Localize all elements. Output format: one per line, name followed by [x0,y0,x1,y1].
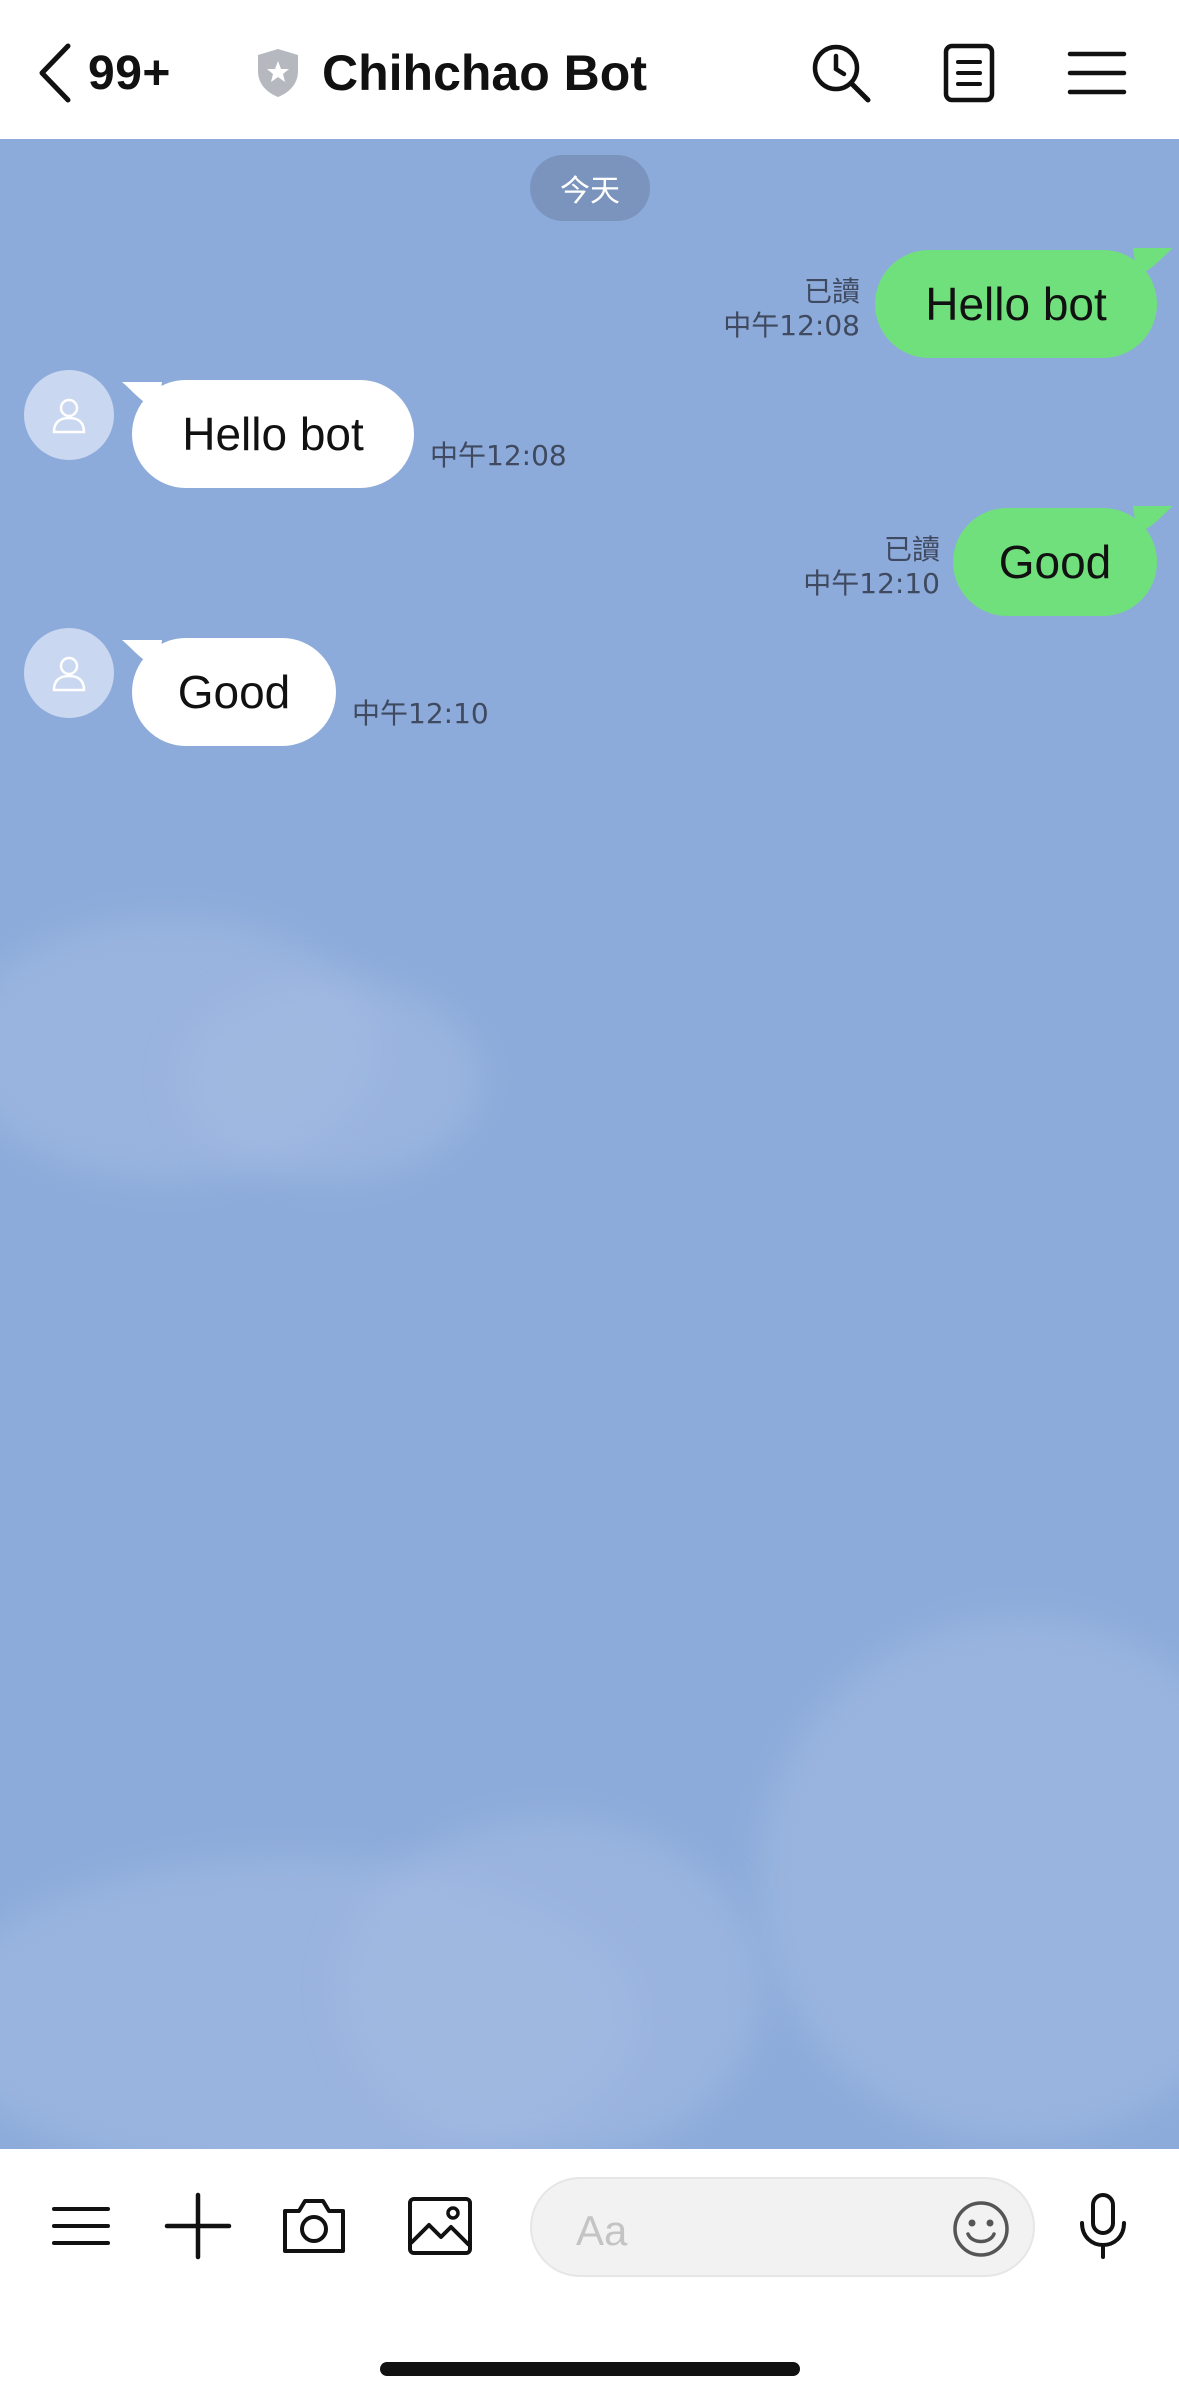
voice-button[interactable] [1068,2191,1138,2261]
chat-area[interactable]: 今天 已讀 中午12:08 Hello bot Hello bot 中午12:0… [0,139,1179,2149]
message-time: 中午12:08 [723,309,860,342]
message-time: 中午12:10 [803,567,940,600]
user-silhouette-icon [52,656,86,692]
menu-icon [52,2207,110,2245]
menu-button[interactable] [46,2191,116,2261]
camera-icon [283,2199,345,2253]
background-cloud [180,979,480,1179]
background-cloud [760,1619,1179,2139]
chat-title: Chihchao Bot [322,45,647,101]
message-meta: 已讀 中午12:10 [720,533,940,601]
bubble-tail [1133,506,1173,534]
menu-button[interactable] [1064,40,1130,106]
avatar[interactable] [24,628,114,718]
add-button[interactable] [163,2191,233,2261]
outgoing-message-bubble[interactable]: Hello bot [875,250,1157,358]
message-meta: 已讀 中午12:08 [640,275,860,343]
outgoing-message-bubble[interactable]: Good [953,508,1157,616]
shield-icon [258,49,298,97]
unread-count: 99+ [88,46,171,100]
incoming-message-bubble[interactable]: Hello bot [132,380,414,488]
message-input[interactable]: Aa [530,2177,1035,2277]
message-input-placeholder: Aa [576,2207,628,2254]
user-silhouette-icon [52,398,86,434]
incoming-message-bubble[interactable]: Good [132,638,336,746]
image-button[interactable] [405,2191,475,2261]
avatar[interactable] [24,370,114,460]
message-time: 中午12:08 [430,439,567,472]
bubble-tail [1133,248,1173,276]
read-receipt: 已讀 [883,533,940,566]
message-text: Hello bot [182,408,364,460]
home-indicator[interactable] [380,2362,800,2376]
chat-header: 99+ Chihchao Bot [0,0,1179,139]
back-button[interactable]: 99+ [36,40,171,106]
microphone-icon [1080,2193,1126,2259]
camera-button[interactable] [279,2191,349,2261]
background-cloud [340,1819,760,2149]
message-text: Hello bot [925,278,1107,330]
message-text: Good [998,536,1112,588]
menu-icon [1067,51,1127,95]
message-time: 中午12:10 [352,697,489,730]
message-meta: 中午12:08 [430,439,650,473]
message-meta: 中午12:10 [352,697,572,731]
plus-icon [164,2192,232,2260]
search-clock-icon [812,44,871,103]
notes-icon [943,43,995,103]
message-text: Good [177,666,291,718]
emoji-icon[interactable] [951,2199,1011,2259]
read-receipt: 已讀 [803,275,860,308]
chevron-left-icon [39,43,71,103]
notes-button[interactable] [936,40,1002,106]
image-icon [408,2197,472,2255]
search-button[interactable] [808,40,874,106]
date-divider: 今天 [530,155,650,221]
